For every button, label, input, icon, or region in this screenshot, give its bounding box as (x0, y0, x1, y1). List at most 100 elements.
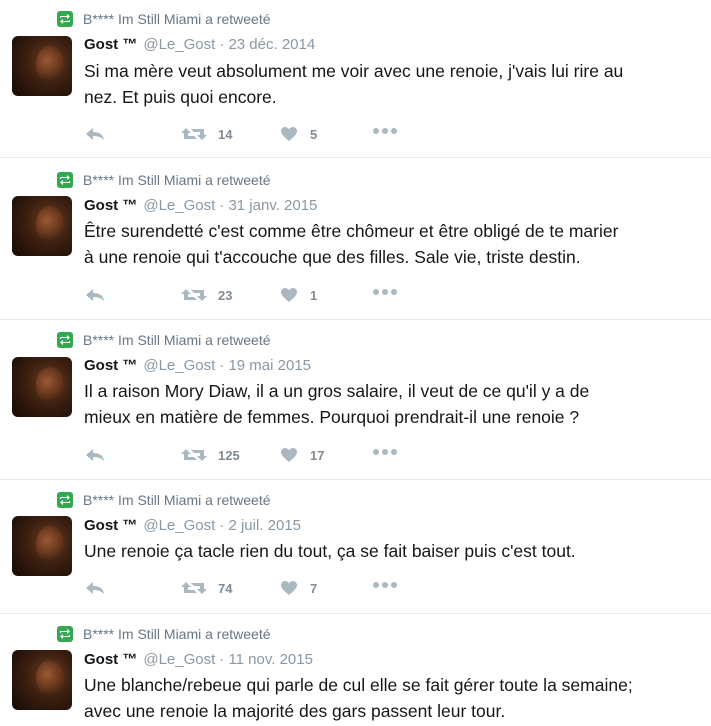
tweet[interactable]: B**** Im Still Miami a retweeté Gost ™ @… (0, 320, 711, 480)
retweet-button[interactable]: 23 (180, 287, 232, 303)
author-handle[interactable]: @Le_Gost (143, 197, 215, 214)
more-button[interactable] (372, 447, 398, 457)
tweet[interactable]: B**** Im Still Miami a retweeté Gost ™ @… (0, 614, 711, 726)
tweet-text-line: Si ma mère veut absolument me voir avec … (84, 61, 624, 81)
more-button[interactable] (372, 126, 398, 136)
retweet-context-label: B**** Im Still Miami a retweeté (83, 172, 271, 188)
tweet-date[interactable]: · 2 juil. 2015 (219, 517, 301, 534)
retweet-badge-icon (57, 172, 73, 188)
retweet-button[interactable]: 74 (180, 580, 232, 596)
retweet-icon (181, 128, 207, 140)
reply-icon (86, 289, 104, 301)
tweet-date[interactable]: · 31 janv. 2015 (219, 197, 317, 214)
more-icon (373, 449, 397, 455)
tweet[interactable]: B**** Im Still Miami a retweeté Gost ™ @… (0, 0, 711, 158)
author-name[interactable]: Gost ™ (84, 357, 137, 374)
retweet-icon (181, 289, 207, 301)
heart-icon (281, 288, 297, 302)
tweet[interactable]: B**** Im Still Miami a retweeté Gost ™ @… (0, 160, 711, 320)
retweet-badge-icon (57, 626, 73, 642)
retweet-context-label: B**** Im Still Miami a retweeté (83, 332, 271, 348)
retweet-count: 74 (218, 580, 233, 596)
tweet-text-line: Être surendetté c'est comme être chômeur… (84, 221, 619, 241)
reply-icon (86, 449, 104, 461)
like-count: 5 (310, 126, 318, 142)
tweet-text: Être surendetté c'est comme être chômeur… (84, 218, 694, 270)
tweet-header: Gost ™ @Le_Gost · 2 juil. 2015 (84, 517, 301, 537)
author-handle[interactable]: @Le_Gost (143, 357, 215, 374)
tweet-text-line: à une renoie qui t'accouche que des fill… (84, 247, 581, 267)
tweet-date[interactable]: · 19 mai 2015 (219, 357, 311, 374)
tweet-text-line: Une blanche/rebeue qui parle de cul elle… (84, 675, 633, 695)
tweet-text: Une renoie ça tacle rien du tout, ça se … (84, 538, 694, 564)
tweet-text-line: avec une renoie la majorité des gars pas… (84, 701, 506, 721)
retweet-context: B**** Im Still Miami a retweeté (57, 624, 271, 644)
author-name[interactable]: Gost ™ (84, 517, 137, 534)
author-handle[interactable]: @Le_Gost (143, 517, 215, 534)
tweet-text-line: Il a raison Mory Diaw, il a un gros sala… (84, 381, 590, 401)
tweet-text: Une blanche/rebeue qui parle de cul elle… (84, 672, 694, 724)
retweet-badge-icon (57, 332, 73, 348)
tweet[interactable]: B**** Im Still Miami a retweeté Gost ™ @… (0, 480, 711, 614)
author-handle[interactable]: @Le_Gost (143, 651, 215, 668)
heart-icon (281, 581, 297, 595)
more-icon (373, 582, 397, 588)
tweet-text: Il a raison Mory Diaw, il a un gros sala… (84, 378, 694, 430)
retweet-context: B**** Im Still Miami a retweeté (57, 170, 271, 190)
retweet-context: B**** Im Still Miami a retweeté (57, 330, 271, 350)
tweet-header: Gost ™ @Le_Gost · 19 mai 2015 (84, 357, 311, 377)
author-name[interactable]: Gost ™ (84, 651, 137, 668)
tweet-text-line: nez. Et puis quoi encore. (84, 87, 277, 107)
tweet-text-line: Une renoie ça tacle rien du tout, ça se … (84, 541, 576, 561)
avatar[interactable] (12, 516, 72, 576)
retweet-context-label: B**** Im Still Miami a retweeté (83, 492, 271, 508)
retweet-context: B**** Im Still Miami a retweeté (57, 9, 271, 29)
reply-icon (86, 582, 104, 594)
reply-button[interactable] (84, 447, 106, 463)
avatar[interactable] (12, 36, 72, 96)
more-button[interactable] (372, 580, 398, 590)
reply-button[interactable] (84, 287, 106, 303)
like-button[interactable]: 17 (280, 447, 324, 463)
retweet-badge-icon (57, 492, 73, 508)
reply-button[interactable] (84, 126, 106, 142)
retweet-context-label: B**** Im Still Miami a retweeté (83, 626, 271, 642)
avatar[interactable] (12, 196, 72, 256)
tweet-date[interactable]: · 11 nov. 2015 (219, 651, 313, 668)
retweet-icon (181, 449, 207, 461)
more-icon (373, 128, 397, 134)
like-button[interactable]: 1 (280, 287, 317, 303)
timeline: B**** Im Still Miami a retweeté Gost ™ @… (0, 0, 711, 726)
reply-button[interactable] (84, 580, 106, 596)
tweet-header: Gost ™ @Le_Gost · 11 nov. 2015 (84, 651, 313, 671)
avatar[interactable] (12, 650, 72, 710)
like-count: 7 (310, 580, 318, 596)
tweet-header: Gost ™ @Le_Gost · 31 janv. 2015 (84, 197, 317, 217)
author-name[interactable]: Gost ™ (84, 36, 137, 53)
tweet-text-line: mieux en matière de femmes. Pourquoi pre… (84, 407, 580, 427)
retweet-count: 14 (218, 126, 233, 142)
like-button[interactable]: 5 (280, 126, 317, 142)
retweet-count: 23 (218, 287, 233, 303)
retweet-button[interactable]: 14 (180, 126, 232, 142)
like-button[interactable]: 7 (280, 580, 317, 596)
retweet-context-label: B**** Im Still Miami a retweeté (83, 11, 271, 27)
tweet-date[interactable]: · 23 déc. 2014 (219, 36, 315, 53)
heart-icon (281, 127, 297, 141)
retweet-count: 125 (218, 447, 240, 463)
retweet-icon (181, 582, 207, 594)
like-count: 1 (310, 287, 318, 303)
tweet-header: Gost ™ @Le_Gost · 23 déc. 2014 (84, 36, 315, 56)
author-handle[interactable]: @Le_Gost (143, 36, 215, 53)
avatar[interactable] (12, 357, 72, 417)
author-name[interactable]: Gost ™ (84, 197, 137, 214)
more-button[interactable] (372, 287, 398, 297)
retweet-badge-icon (57, 11, 73, 27)
retweet-button[interactable]: 125 (180, 447, 240, 463)
more-icon (373, 289, 397, 295)
tweet-text: Si ma mère veut absolument me voir avec … (84, 58, 694, 110)
retweet-context: B**** Im Still Miami a retweeté (57, 490, 271, 510)
heart-icon (281, 448, 297, 462)
like-count: 17 (310, 447, 325, 463)
reply-icon (86, 128, 104, 140)
